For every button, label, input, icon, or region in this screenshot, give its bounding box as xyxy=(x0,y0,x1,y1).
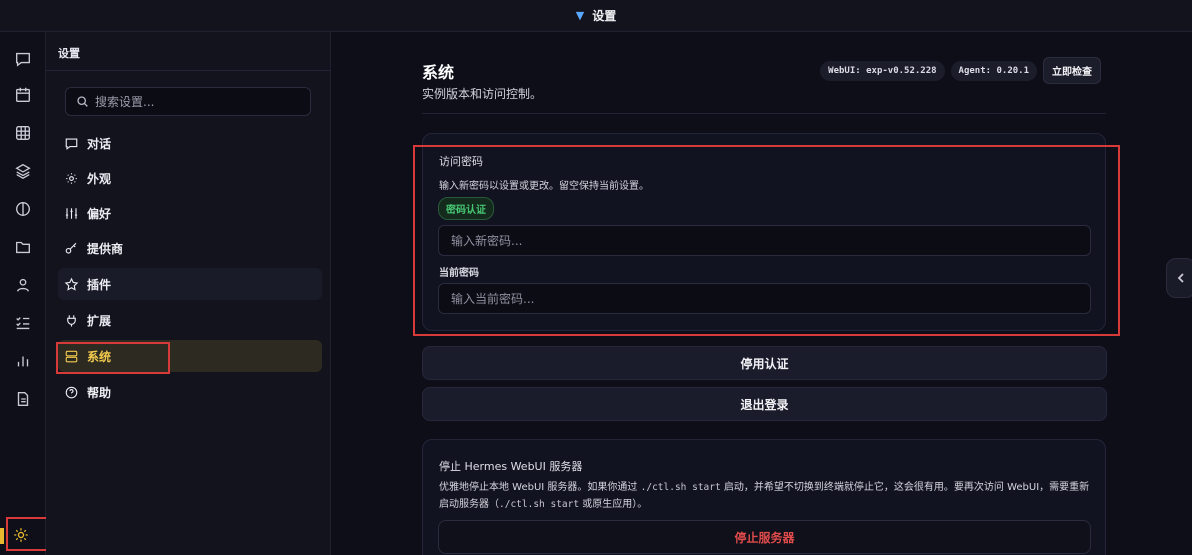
gear-icon[interactable] xyxy=(10,524,32,546)
sidebar-item-label: 系统 xyxy=(87,349,112,364)
settings-sidebar: 设置 对话 外观 偏好 提供商 插件 扩展 系统 帮助 xyxy=(46,32,331,555)
window-title: 设置 xyxy=(592,9,617,23)
document-icon[interactable] xyxy=(12,388,34,410)
chat-icon[interactable] xyxy=(12,48,34,70)
search-icon xyxy=(77,96,88,107)
access-password-hint: 输入新密码以设置或更改。留空保持当前设置。 xyxy=(439,181,649,192)
sidebar-item-label: 偏好 xyxy=(87,206,112,221)
title-bar: ▼ 设置 xyxy=(0,0,1192,32)
sidebar-divider xyxy=(46,70,331,71)
sidebar-item-label: 外观 xyxy=(87,171,112,186)
stop-server-description: 优雅地停止本地 WebUI 服务器。如果你通过 ./ctl.sh start 启… xyxy=(439,482,1090,510)
sidebar-item-label: 扩展 xyxy=(87,313,112,328)
app-logo-icon: ▼ xyxy=(575,9,585,22)
disable-auth-button[interactable]: 停用认证 xyxy=(422,346,1107,380)
user-icon[interactable] xyxy=(12,274,34,296)
sidebar-item-preferences[interactable]: 偏好 xyxy=(58,197,322,229)
page-subtitle: 实例版本和访问控制。 xyxy=(422,87,543,101)
tasks-icon[interactable] xyxy=(12,312,34,334)
layers-icon[interactable] xyxy=(12,160,34,182)
message-icon xyxy=(65,137,78,150)
access-password-card: 访问密码 输入新密码以设置或更改。留空保持当前设置。 密码认证 当前密码 xyxy=(422,133,1106,331)
bar-chart-icon[interactable] xyxy=(12,350,34,372)
access-password-label: 访问密码 xyxy=(439,155,483,168)
new-password-field[interactable] xyxy=(438,225,1091,256)
current-password-field[interactable] xyxy=(438,283,1091,314)
sidebar-item-label: 插件 xyxy=(87,277,112,292)
settings-search[interactable] xyxy=(65,87,311,116)
auth-status-badge: 密码认证 xyxy=(438,197,494,220)
server-icon xyxy=(65,350,78,362)
sidebar-item-label: 帮助 xyxy=(87,385,112,400)
active-indicator xyxy=(0,528,4,544)
webui-version-badge: WebUI: exp-v0.52.228 xyxy=(820,60,945,81)
stop-server-card: 停止 Hermes WebUI 服务器 优雅地停止本地 WebUI 服务器。如果… xyxy=(422,439,1106,555)
contrast-icon[interactable] xyxy=(12,198,34,220)
agent-version-badge: Agent: 0.20.1 xyxy=(950,60,1037,81)
sliders-icon xyxy=(65,207,78,219)
sidebar-item-extensions[interactable]: 扩展 xyxy=(58,304,322,336)
table-icon[interactable] xyxy=(12,122,34,144)
star-icon xyxy=(64,277,79,291)
calendar-icon[interactable] xyxy=(12,84,34,106)
sidebar-item-help[interactable]: 帮助 xyxy=(58,376,322,408)
stop-server-button[interactable]: 停止服务器 xyxy=(438,520,1091,554)
sidebar-item-label: 提供商 xyxy=(87,241,124,256)
version-badges: WebUI: exp-v0.52.228 Agent: 0.20.1 立即检查 xyxy=(820,57,1101,84)
stop-server-title: 停止 Hermes WebUI 服务器 xyxy=(439,460,583,473)
help-icon xyxy=(65,386,78,398)
main-content: 系统 实例版本和访问控制。 WebUI: exp-v0.52.228 Agent… xyxy=(332,32,1192,555)
sidebar-item-plugins[interactable]: 插件 xyxy=(58,268,322,300)
check-update-button[interactable]: 立即检查 xyxy=(1043,57,1101,84)
chevron-left-icon xyxy=(1177,273,1184,283)
plug-icon xyxy=(67,314,76,326)
sidebar-item-conversation[interactable]: 对话 xyxy=(58,127,322,159)
panel-toggle[interactable] xyxy=(1166,258,1192,298)
current-password-label: 当前密码 xyxy=(439,268,479,279)
sidebar-item-appearance[interactable]: 外观 xyxy=(58,162,322,194)
icon-rail xyxy=(0,32,46,555)
sidebar-item-system[interactable]: 系统 xyxy=(58,340,322,372)
search-input[interactable] xyxy=(95,94,295,109)
logout-button[interactable]: 退出登录 xyxy=(422,387,1107,421)
sidebar-item-label: 对话 xyxy=(87,136,112,151)
folder-icon[interactable] xyxy=(12,236,34,258)
page-title: 系统 xyxy=(422,63,455,82)
header-divider xyxy=(422,113,1106,114)
sidebar-title: 设置 xyxy=(58,47,80,60)
key-icon xyxy=(65,242,77,254)
sun-icon xyxy=(66,172,77,184)
sidebar-item-providers[interactable]: 提供商 xyxy=(58,232,322,264)
